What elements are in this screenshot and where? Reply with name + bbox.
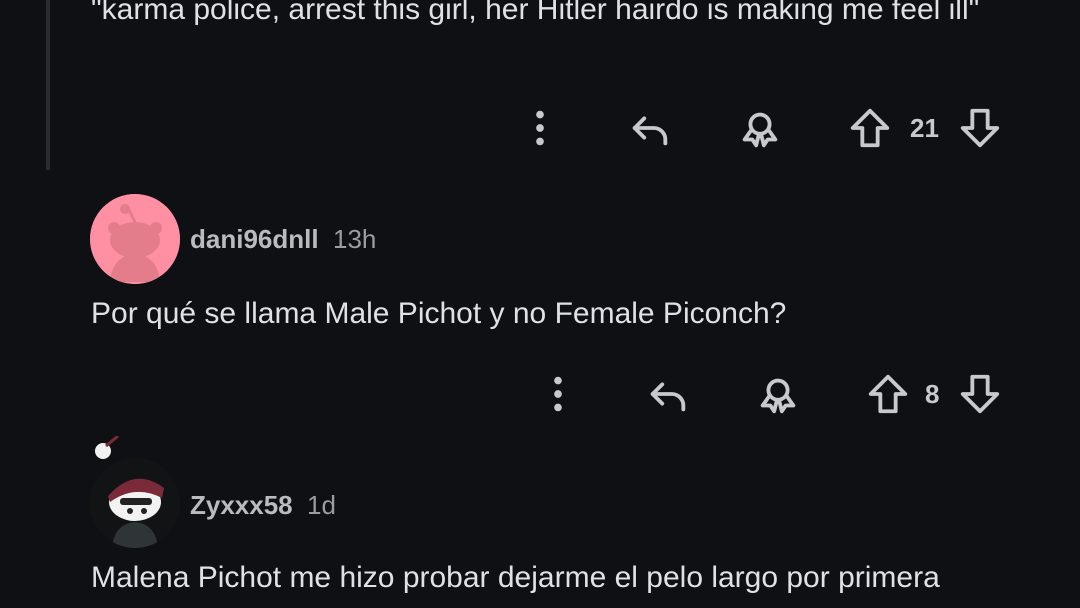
comment-3-body: Malena Pichot me hizo probar dejarme el …	[91, 561, 940, 594]
downvote-icon	[960, 374, 1000, 414]
more-options-icon	[554, 376, 562, 412]
more-options-icon	[536, 110, 544, 146]
more-options-button[interactable]	[530, 366, 586, 422]
snoo-avatar-icon	[90, 458, 180, 548]
snoo-avatar-icon	[90, 194, 180, 284]
upvote-button[interactable]	[860, 366, 916, 422]
comment-3-author-row: Zyxxx58 1d	[90, 458, 690, 548]
reply-icon	[632, 116, 668, 146]
downvote-button[interactable]	[952, 100, 1008, 156]
avatar[interactable]	[90, 458, 180, 548]
upvote-icon	[868, 374, 908, 414]
upvote-icon	[850, 108, 890, 148]
upvote-button[interactable]	[842, 100, 898, 156]
comment-1-body: "karma police, arrest this girl, her Hit…	[91, 0, 980, 26]
reply-button[interactable]	[640, 366, 696, 422]
comment-2-actions: 8	[528, 366, 1048, 422]
timestamp: 13h	[333, 224, 377, 254]
more-options-button[interactable]	[512, 100, 568, 156]
award-button[interactable]	[750, 366, 806, 422]
username[interactable]: Zyxxx58	[190, 490, 293, 521]
reply-button[interactable]	[622, 100, 678, 156]
award-icon	[760, 378, 796, 414]
reply-icon	[650, 382, 686, 412]
vote-count: 21	[910, 113, 939, 143]
vote-count: 8	[925, 379, 940, 409]
comment-2-body: Por qué se llama Male Pichot y no Female…	[91, 297, 787, 330]
thread-line	[46, 0, 50, 170]
timestamp: 1d	[307, 490, 336, 520]
downvote-button[interactable]	[952, 366, 1008, 422]
comment-2-author-row: dani96dnll 13h	[90, 194, 690, 284]
comment-1-actions: 21	[510, 100, 1030, 156]
award-button[interactable]	[732, 100, 788, 156]
award-icon	[742, 112, 778, 148]
snoo-antenna-icon	[95, 436, 119, 459]
downvote-icon	[960, 108, 1000, 148]
avatar[interactable]	[90, 194, 180, 284]
username[interactable]: dani96dnll	[190, 224, 319, 255]
